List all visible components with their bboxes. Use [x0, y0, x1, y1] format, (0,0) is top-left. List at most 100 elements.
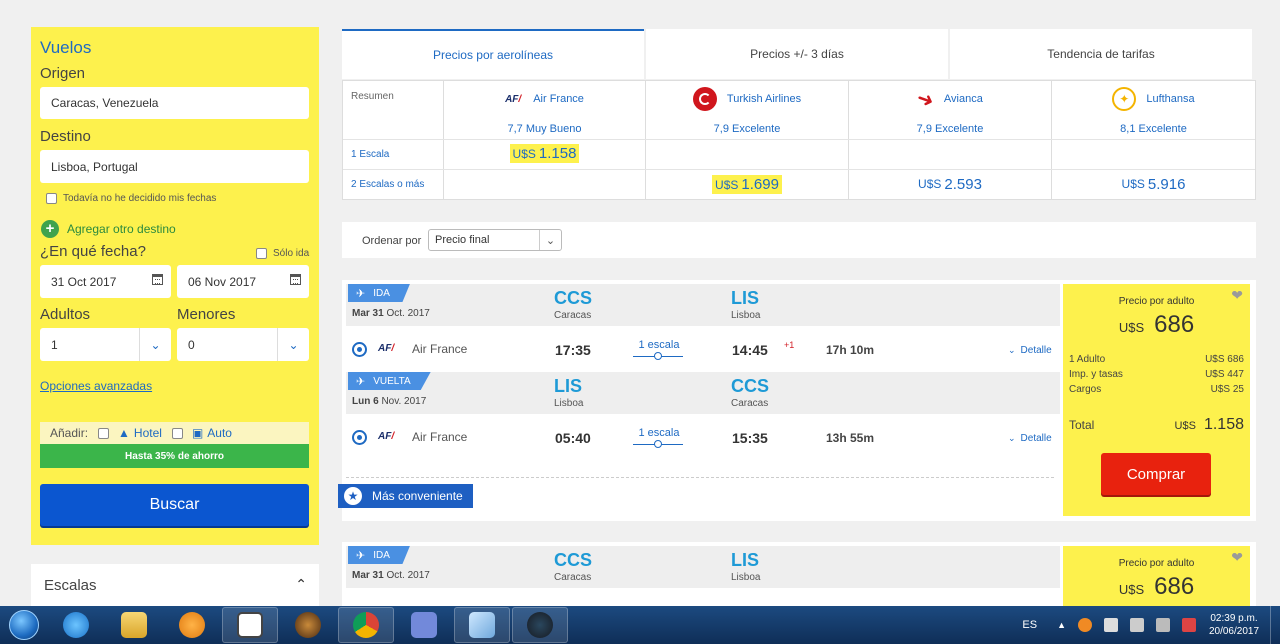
hotel-option[interactable]: ▲ Hotel: [98, 426, 162, 440]
start-button[interactable]: [0, 606, 48, 644]
calendar-icon[interactable]: [152, 274, 163, 285]
chevron-down-icon[interactable]: ⌄: [139, 328, 171, 361]
detail-link[interactable]: ⌄ Detalle: [1008, 433, 1052, 444]
add-extras-bar: Añadir: ▲ Hotel ▣ Auto: [40, 422, 309, 444]
internet-explorer-icon[interactable]: [48, 607, 104, 643]
outbound-date: Mar 31 Oct. 2017: [352, 308, 430, 319]
airline-name: Turkish Airlines: [726, 93, 802, 105]
airline-header-lufthansa[interactable]: ✦ Lufthansa: [1052, 81, 1255, 117]
advanced-options-link[interactable]: Opciones avanzadas: [40, 379, 152, 393]
windows-taskbar: ES ▲ 02:39 p.m. 20/06/2017: [0, 606, 1280, 644]
power-icon[interactable]: [1182, 618, 1196, 632]
tab-airline-prices[interactable]: Precios por aerolíneas: [342, 29, 644, 79]
hotel-checkbox[interactable]: [98, 427, 110, 439]
flag-icon[interactable]: [1104, 618, 1118, 632]
outbound-date: Mar 31 Oct. 2017: [352, 570, 430, 581]
steam-icon[interactable]: [512, 607, 568, 643]
destination-code: LIS: [731, 550, 760, 570]
one-way-checkbox[interactable]: [256, 248, 267, 259]
return-date-input[interactable]: 06 Nov 2017: [177, 265, 309, 298]
price-breakdown-row: 1 Adulto U$S 686: [1069, 354, 1244, 365]
lufthansa-logo: ✦: [1112, 87, 1137, 111]
file-explorer-icon[interactable]: [106, 607, 162, 643]
price-cell-lufthansa-2-stops[interactable]: U$S 5.916: [1052, 172, 1255, 196]
undecided-dates-checkbox[interactable]: [46, 193, 57, 204]
system-tray: ES ▲ 02:39 p.m. 20/06/2017: [1022, 606, 1280, 644]
network-icon[interactable]: [1156, 618, 1170, 632]
document-icon[interactable]: [222, 607, 278, 643]
flight-radio[interactable]: [352, 342, 367, 357]
avianca-logo: ➜: [913, 86, 937, 113]
minors-label: Menores: [177, 306, 236, 323]
origin-code: CCS: [554, 550, 593, 570]
air-france-logo: AF/: [378, 431, 395, 442]
volume-icon[interactable]: [1130, 618, 1144, 632]
car-option[interactable]: ▣ Auto: [171, 426, 232, 440]
price-cell-avianca-2-stops[interactable]: U$S 2.593: [849, 172, 1051, 196]
inbound-flight-option[interactable]: AF/ Air France 05:40 1 escala 15:35 13h …: [346, 416, 1060, 460]
price-per-adult-label: Precio por adulto: [1118, 296, 1195, 307]
add-destination-label: Agregar otro destino: [67, 222, 176, 236]
plus-circle-icon: +: [41, 220, 59, 238]
discord-icon[interactable]: [396, 607, 452, 643]
origin-input[interactable]: Caracas, Venezuela: [40, 87, 309, 119]
destination-city: Lisboa: [731, 310, 761, 321]
notepad-icon[interactable]: [454, 607, 510, 643]
language-indicator[interactable]: ES: [1022, 619, 1037, 631]
chevron-down-icon[interactable]: ⌄: [539, 230, 561, 250]
departure-date-input[interactable]: 31 Oct 2017: [40, 265, 171, 298]
airline-name: Lufthansa: [1146, 93, 1195, 105]
origin-label: Origen: [40, 65, 86, 82]
tray-expand-icon[interactable]: ▲: [1057, 620, 1066, 630]
tab-fare-trend[interactable]: Tendencia de tarifas: [950, 29, 1252, 79]
price-cell-air-france-1-stop[interactable]: U$S 1.158: [444, 141, 645, 165]
minors-select[interactable]: 0 ⌄: [177, 328, 309, 361]
airline-header-air-france[interactable]: AF/ Air France: [444, 81, 645, 117]
airline-header-turkish-airlines[interactable]: Turkish Airlines: [646, 81, 848, 117]
outbound-flight-option[interactable]: AF/ Air France 17:35 1 escala 14:45 +1 1…: [346, 328, 1060, 372]
avast-icon[interactable]: [1078, 618, 1092, 632]
undecided-dates-option[interactable]: Todavía no he decidido mis fechas: [46, 193, 216, 204]
two-stops-row-label[interactable]: 2 Escalas o más: [351, 179, 424, 190]
stop-dot: [654, 440, 662, 448]
plane-icon: ✈: [356, 549, 366, 562]
chevron-up-icon[interactable]: ⌃: [295, 576, 307, 593]
savings-banner: Hasta 35% de ahorro: [40, 444, 309, 468]
game-icon[interactable]: [280, 607, 336, 643]
stops-link[interactable]: 1 escala: [633, 427, 685, 439]
outbound-badge: ✈ IDA: [348, 284, 410, 302]
add-destination-link[interactable]: + Agregar otro destino: [41, 220, 176, 238]
destination-input[interactable]: Lisboa, Portugal: [40, 150, 309, 183]
airline-header-avianca[interactable]: ➜ Avianca: [849, 81, 1051, 117]
chevron-down-icon: ⌄: [1008, 345, 1016, 355]
clock[interactable]: 02:39 p.m. 20/06/2017: [1208, 612, 1260, 638]
inbound-badge: ✈ VUELTA: [348, 372, 431, 390]
hotel-label: Hotel: [133, 426, 162, 440]
tab-flexible-dates[interactable]: Precios +/- 3 días: [646, 29, 948, 79]
search-button[interactable]: Buscar: [40, 484, 309, 526]
media-player-icon[interactable]: [164, 607, 220, 643]
flight-radio[interactable]: [352, 430, 367, 445]
stops-link[interactable]: 1 escala: [633, 339, 685, 351]
one-way-option[interactable]: Sólo ida: [256, 248, 309, 259]
calendar-icon[interactable]: [290, 274, 301, 285]
star-icon: ★: [344, 487, 362, 505]
show-desktop-button[interactable]: [1270, 606, 1280, 644]
price-cell-turkish-2-stops[interactable]: U$S 1.699: [646, 172, 848, 196]
one-stop-row-label[interactable]: 1 Escala: [351, 149, 389, 160]
car-checkbox[interactable]: [171, 427, 183, 439]
stops-filter[interactable]: Escalas ⌃: [31, 564, 319, 608]
hotel-bell-icon: ▲: [118, 426, 130, 440]
chevron-down-icon[interactable]: ⌄: [277, 328, 309, 361]
origin-code: CCS: [554, 288, 593, 308]
flight-result-card: ✈ IDA Mar 31 Oct. 2017 CCS Caracas LIS L…: [338, 280, 1256, 521]
sort-select[interactable]: Precio final ⌄: [428, 229, 562, 251]
search-panel: Vuelos Origen Caracas, Venezuela Destino…: [31, 27, 319, 545]
chrome-icon[interactable]: [338, 607, 394, 643]
detail-link[interactable]: ⌄ Detalle: [1008, 345, 1052, 356]
buy-button[interactable]: Comprar: [1101, 453, 1211, 495]
destination-city: Lisboa: [731, 572, 761, 583]
best-option-tag: ★ Más conveniente: [338, 484, 473, 508]
panel-title: Vuelos: [40, 38, 92, 57]
adults-select[interactable]: 1 ⌄: [40, 328, 171, 361]
